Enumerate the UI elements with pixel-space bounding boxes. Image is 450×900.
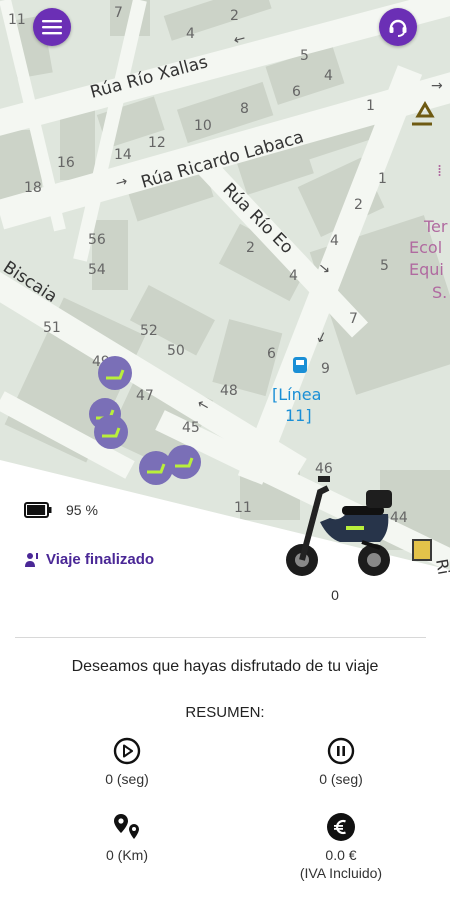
pause-circle-icon xyxy=(327,737,355,765)
thanks-message: Deseamos que hayas disfrutado de tu viaj… xyxy=(71,658,379,675)
person-pin-icon xyxy=(25,552,38,567)
hamburger-menu-icon xyxy=(42,20,62,35)
house-number: 7 xyxy=(114,5,123,21)
house-number: 5 xyxy=(380,258,389,274)
bus-line-number: 11] xyxy=(285,406,312,425)
battery-icon xyxy=(24,502,52,518)
house-number: 45 xyxy=(182,420,200,436)
house-number: 56 xyxy=(88,232,106,248)
play-circle-icon xyxy=(113,737,141,765)
paused-time-value: 0 (seg) xyxy=(319,771,363,787)
house-number: 14 xyxy=(114,147,132,163)
house-number: 4 xyxy=(289,268,298,284)
house-number: 50 xyxy=(167,343,185,359)
support-button[interactable] xyxy=(379,8,417,46)
house-number: 52 xyxy=(140,323,158,339)
price-note: (IVA Incluido) xyxy=(299,865,383,881)
price-stat: 0.0 € (IVA Incluido) xyxy=(261,812,421,882)
house-number: 7 xyxy=(349,311,358,327)
house-number: 4 xyxy=(186,26,195,42)
house-number: 11 xyxy=(234,500,252,516)
house-number: 6 xyxy=(267,346,276,362)
scooter-value: 0 xyxy=(331,587,339,603)
house-number: 48 xyxy=(220,383,238,399)
menu-button[interactable] xyxy=(33,8,71,46)
riding-time-value: 0 (seg) xyxy=(105,771,149,787)
house-number: 6 xyxy=(292,84,301,100)
house-number: 12 xyxy=(148,135,166,151)
scooter-marker[interactable] xyxy=(167,445,201,479)
location-pins-icon xyxy=(114,814,139,839)
house-number: 1 xyxy=(366,98,375,114)
scooter-marker[interactable] xyxy=(139,451,173,485)
house-number: 4 xyxy=(330,233,339,249)
house-number: 2 xyxy=(354,197,363,213)
battery-status: 95 % xyxy=(24,502,98,518)
euro-circle-icon xyxy=(327,813,355,841)
house-number: 9 xyxy=(321,361,330,377)
trip-status: Viaje finalizado xyxy=(24,551,154,568)
house-number: 47 xyxy=(136,388,154,404)
map-edge-label: Ri xyxy=(432,557,450,576)
poi-label: Equi xyxy=(409,260,444,279)
price-value: 0.0 € xyxy=(325,847,357,863)
scooter-marker[interactable] xyxy=(98,356,132,390)
divider xyxy=(15,637,426,638)
house-number: 11 xyxy=(8,12,26,28)
house-number: 51 xyxy=(43,320,61,336)
house-number: 5 xyxy=(300,48,309,64)
house-number: 54 xyxy=(88,262,106,278)
electric-scooter-image xyxy=(286,476,392,576)
poi-label: S. xyxy=(432,283,447,302)
distance-stat: 0 (Km) xyxy=(47,812,207,864)
house-number: 10 xyxy=(194,118,212,134)
oneway-arrow-icon: → xyxy=(431,78,443,94)
poi-marker: ⁞ xyxy=(437,161,442,180)
house-number: 16 xyxy=(57,155,75,171)
house-number: 4 xyxy=(324,68,333,84)
house-number: 1 xyxy=(378,171,387,187)
poi-label: Ecol xyxy=(409,238,442,257)
trip-status-label: Viaje finalizado xyxy=(46,551,155,568)
map-edge-marker-icon xyxy=(412,539,432,561)
scooter-marker[interactable] xyxy=(94,415,128,449)
distance-value: 0 (Km) xyxy=(106,847,148,863)
house-number: 2 xyxy=(230,8,239,24)
paused-time-stat: 0 (seg) xyxy=(261,736,421,788)
house-number: 18 xyxy=(24,180,42,196)
battery-level: 95 % xyxy=(66,502,98,518)
house-number: 8 xyxy=(240,101,249,117)
bus-line-name: [Línea xyxy=(272,385,321,404)
riding-time-stat: 0 (seg) xyxy=(47,736,207,788)
summary-title: RESUMEN: xyxy=(185,704,265,721)
headset-support-icon xyxy=(389,19,407,37)
poi-label: Ter xyxy=(423,217,448,236)
house-number: 2 xyxy=(246,240,255,256)
